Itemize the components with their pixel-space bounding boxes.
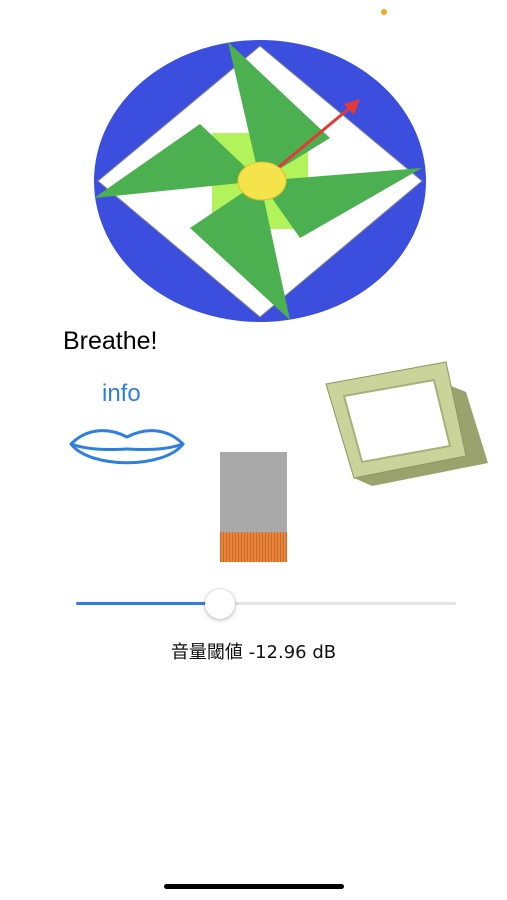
- square-frame-icon[interactable]: [324, 360, 488, 486]
- pinwheel-icon[interactable]: [90, 38, 430, 323]
- threshold-label: 音量閾値 -12.96 dB: [170, 642, 337, 663]
- status-dot-icon: [381, 9, 387, 15]
- lips-icon[interactable]: [68, 425, 186, 475]
- home-indicator[interactable]: [164, 884, 344, 889]
- info-button[interactable]: info: [102, 380, 141, 408]
- slider-thumb[interactable]: [205, 589, 236, 619]
- breathe-label: Breathe!: [63, 327, 158, 355]
- slider-fill: [76, 602, 221, 605]
- pinwheel-hub: [237, 161, 287, 201]
- threshold-slider[interactable]: [76, 588, 456, 620]
- frame-hole: [342, 378, 452, 464]
- level-meter: [220, 452, 287, 562]
- level-meter-fill: [220, 532, 287, 562]
